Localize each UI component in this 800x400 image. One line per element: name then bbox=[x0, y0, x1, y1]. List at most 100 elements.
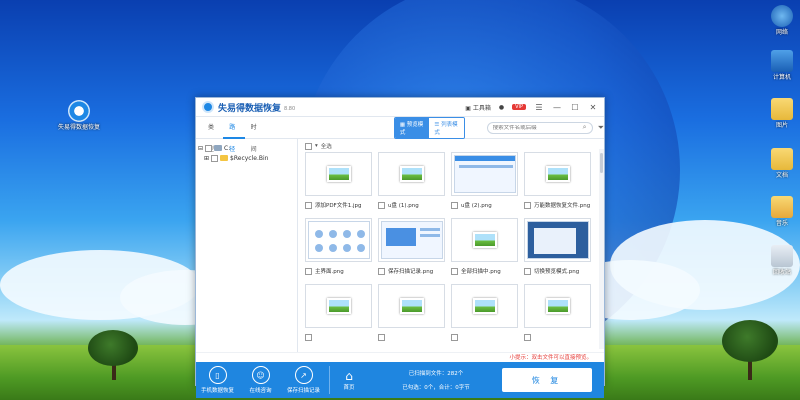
desktop-icon-pictures[interactable]: 图片 bbox=[760, 98, 800, 130]
file-thumbnail[interactable] bbox=[378, 284, 445, 328]
preview-mode-button[interactable]: ▦ 预览模式 bbox=[394, 117, 430, 138]
desktop-icon-label: 计算机 bbox=[772, 74, 791, 81]
desktop-icon-label: 图片 bbox=[775, 122, 788, 129]
search-input[interactable] bbox=[492, 124, 583, 131]
desktop-icon-documents[interactable]: 文档 bbox=[760, 148, 800, 180]
folder-icon bbox=[220, 155, 229, 161]
file-thumbnail[interactable] bbox=[305, 218, 372, 262]
phone-recovery-button[interactable]: ▯ 手机数据恢复 bbox=[196, 366, 239, 394]
expand-icon[interactable]: ⊞ bbox=[204, 155, 209, 162]
file-checkbox[interactable] bbox=[378, 267, 385, 275]
file-thumbnail[interactable] bbox=[305, 152, 372, 196]
file-item[interactable]: 万能数据恢复文件.png bbox=[524, 152, 591, 215]
screenshot-preview bbox=[307, 221, 370, 259]
search-box: ⌕ bbox=[486, 121, 593, 134]
file-thumbnail[interactable] bbox=[378, 218, 445, 262]
desktop-icon-music[interactable]: 音乐 bbox=[760, 196, 800, 228]
menu-icon[interactable]: ☰ bbox=[534, 103, 544, 112]
file-thumbnail[interactable] bbox=[524, 284, 591, 328]
scanned-count: 已扫描到文件：282个 bbox=[408, 371, 464, 377]
file-thumbnail[interactable] bbox=[378, 152, 445, 196]
file-checkbox[interactable] bbox=[524, 201, 531, 209]
tree-item-recycle[interactable]: ⊞ $Recycle.Bin bbox=[198, 153, 295, 163]
file-checkbox[interactable] bbox=[378, 201, 385, 209]
file-checkbox[interactable] bbox=[305, 201, 312, 209]
vertical-scrollbar[interactable] bbox=[599, 149, 604, 349]
file-thumbnail[interactable] bbox=[451, 284, 518, 328]
selected-count: 已勾选：0个，合计：0字节 bbox=[402, 385, 470, 391]
collapse-icon[interactable]: ⊟ bbox=[198, 145, 203, 152]
tab-time[interactable]: 时间 bbox=[245, 117, 266, 153]
toolbox-button[interactable]: ▣ 工具箱 bbox=[465, 103, 491, 112]
file-item[interactable]: u盘 (1).png bbox=[378, 152, 445, 215]
user-icon[interactable]: ● bbox=[499, 104, 504, 111]
tab-type[interactable]: 类型 bbox=[202, 117, 223, 153]
file-item[interactable]: 添加PDF文件1.jpg bbox=[305, 152, 372, 215]
desktop-icon-label: 回收站 bbox=[772, 269, 791, 276]
image-icon bbox=[545, 298, 570, 314]
list-mode-button[interactable]: ☰ 列表模式 bbox=[429, 117, 464, 138]
expand-icon: ▾ bbox=[315, 143, 318, 149]
scrollbar-thumb[interactable] bbox=[600, 153, 603, 173]
filter-icon[interactable]: ⏷ bbox=[598, 123, 604, 133]
toolbar: 类型 路径 时间 ▦ 预览模式 ☰ 列表模式 ⌕ ⏷ bbox=[196, 116, 604, 153]
select-all-checkbox[interactable] bbox=[305, 142, 312, 150]
file-thumbnail[interactable] bbox=[451, 218, 518, 262]
grid-icon: ▦ bbox=[399, 121, 407, 128]
save-scan-record-button[interactable]: ↗ 保存扫描记录 bbox=[282, 366, 325, 394]
tab-path[interactable]: 路径 bbox=[223, 117, 245, 153]
maximize-icon[interactable]: ☐ bbox=[570, 103, 580, 112]
file-checkbox[interactable] bbox=[305, 267, 312, 275]
vip-badge[interactable]: VIP bbox=[512, 104, 526, 110]
file-item[interactable] bbox=[451, 284, 518, 347]
file-thumbnail[interactable] bbox=[305, 284, 372, 328]
select-all-label: 全选 bbox=[320, 144, 332, 150]
home-button[interactable]: ⌂ 首页 bbox=[334, 369, 364, 391]
file-item[interactable]: 切换预览模式.png bbox=[524, 218, 591, 281]
file-thumbnail[interactable] bbox=[524, 218, 591, 262]
file-item[interactable]: 主界面.png bbox=[305, 218, 372, 281]
file-item[interactable]: 全部扫描中.png bbox=[451, 218, 518, 281]
file-item[interactable] bbox=[378, 284, 445, 347]
music-icon bbox=[771, 196, 793, 218]
file-thumbnail[interactable] bbox=[451, 152, 518, 196]
file-name: 切换预览模式.png bbox=[534, 269, 580, 275]
trash-icon bbox=[771, 245, 793, 267]
file-item[interactable]: u盘 (2).png bbox=[451, 152, 518, 215]
toolbox-icon: ▣ bbox=[465, 104, 471, 112]
file-checkbox[interactable] bbox=[451, 333, 458, 341]
search-icon[interactable]: ⌕ bbox=[583, 123, 587, 132]
drive-icon bbox=[214, 145, 223, 151]
tree-checkbox[interactable] bbox=[205, 144, 213, 152]
desktop-icon-recycle-bin[interactable]: 回收站 bbox=[760, 245, 800, 277]
folder-icon bbox=[771, 148, 793, 170]
app-icon bbox=[68, 100, 90, 122]
tree-item-drive[interactable]: ⊟ C: bbox=[198, 143, 295, 153]
file-item[interactable] bbox=[305, 284, 372, 347]
minimize-icon[interactable]: — bbox=[552, 103, 562, 112]
wallpaper-tree bbox=[88, 330, 138, 366]
folder-tree: ⊟ C: ⊞ $Recycle.Bin bbox=[196, 139, 298, 352]
desktop-icon-app[interactable]: 失易得数据恢复 bbox=[57, 100, 101, 132]
tree-checkbox[interactable] bbox=[211, 154, 219, 162]
file-item[interactable]: 保存扫描记录.png bbox=[378, 218, 445, 281]
image-icon bbox=[472, 298, 497, 314]
file-item[interactable] bbox=[524, 284, 591, 347]
select-all[interactable]: ▾ 全选 bbox=[305, 141, 596, 151]
file-checkbox[interactable] bbox=[378, 333, 385, 341]
online-consult-button[interactable]: ☺ 在线咨询 bbox=[239, 366, 282, 394]
recover-button[interactable]: 恢 复 bbox=[502, 368, 592, 392]
file-checkbox[interactable] bbox=[451, 267, 458, 275]
desktop-icon-computer[interactable]: 计算机 bbox=[760, 50, 800, 82]
file-checkbox[interactable] bbox=[524, 333, 531, 341]
view-tabs: 类型 路径 时间 bbox=[202, 117, 266, 153]
close-icon[interactable]: ✕ bbox=[588, 103, 598, 112]
desktop-icon-network[interactable]: 网络 bbox=[760, 5, 800, 37]
file-grid: 添加PDF文件1.jpg u盘 (1).png u盘 (2).png 万能数据恢… bbox=[305, 152, 596, 347]
file-thumbnail[interactable] bbox=[524, 152, 591, 196]
file-checkbox[interactable] bbox=[305, 333, 312, 341]
title-bar: 失易得数据恢复 8.80 ▣ 工具箱 ● VIP ☰ — ☐ ✕ bbox=[196, 98, 604, 117]
file-checkbox[interactable] bbox=[451, 201, 458, 209]
file-checkbox[interactable] bbox=[524, 267, 531, 275]
screenshot-preview bbox=[380, 221, 443, 259]
